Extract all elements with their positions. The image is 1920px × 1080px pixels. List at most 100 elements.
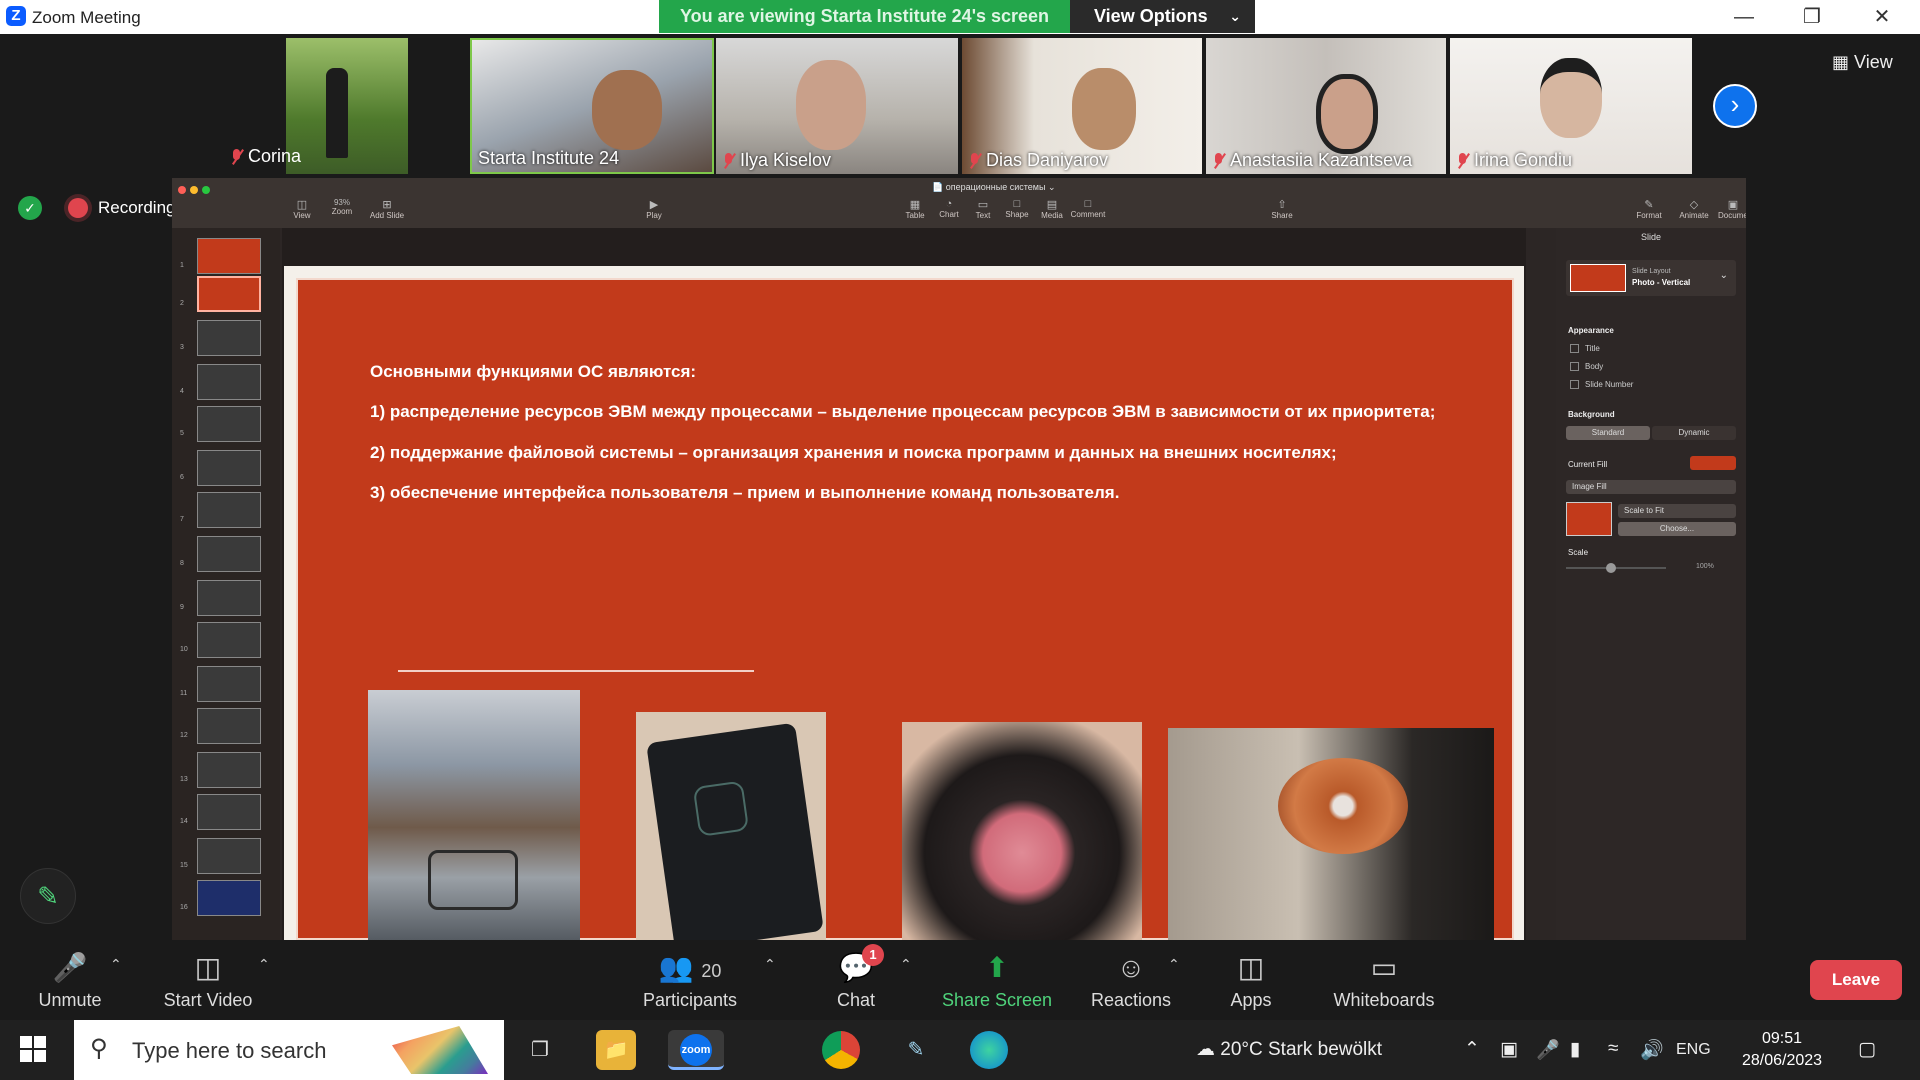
choose-button[interactable]: Choose... [1618,522,1736,536]
whiteboards-button[interactable]: ▭ Whiteboards [1314,946,1454,1011]
annotate-pencil-icon[interactable]: ✎ [20,868,76,924]
view-options-button[interactable]: View Options ⌄ [1070,0,1255,33]
close-icon[interactable]: ✕ [1856,2,1908,32]
toolbar-share[interactable]: ⇧ Share [1262,198,1302,220]
toolbar-play[interactable]: ▶ Play [634,198,674,220]
notepad-icon[interactable]: ✎ [896,1030,936,1070]
next-participants-button[interactable]: › [1713,84,1757,128]
language-indicator[interactable]: ENG [1676,1041,1711,1059]
slide-thumbnail[interactable] [197,838,261,874]
apps-button[interactable]: ◫ Apps [1181,946,1321,1011]
video-options-caret[interactable]: ⌃ [258,956,270,973]
scale-slider[interactable] [1566,567,1666,569]
windows-start-icon[interactable] [20,1036,46,1062]
chat-options-caret[interactable]: ⌃ [900,956,912,973]
toolbar-media[interactable]: ▤ Media [1032,198,1072,220]
security-shield-icon[interactable]: ✓ [18,196,42,220]
apps-icon: ◫ [1237,952,1265,983]
leave-button[interactable]: Leave [1810,960,1902,1000]
slide-thumbnail[interactable] [197,794,261,830]
participant-tile[interactable]: Anastasiia Kazantseva [1206,38,1446,174]
slide-thumbnail-selected[interactable] [197,276,261,312]
file-explorer-icon[interactable]: 📁 [596,1030,636,1070]
scale-slider-knob[interactable] [1606,563,1616,573]
slide-thumbnail[interactable] [197,536,261,572]
title-checkbox[interactable]: Title [1570,344,1600,353]
phone-photo [636,712,826,940]
slide-thumbnail[interactable] [197,622,261,658]
volume-icon[interactable]: 🔊 [1640,1038,1664,1062]
reactions-button[interactable]: ☺ Reactions [1061,946,1201,1011]
toolbar-comment[interactable]: □ Comment [1068,198,1108,219]
meet-now-icon[interactable]: ▣ [1500,1038,1518,1061]
participants-button[interactable]: 👥 20 Participants [620,946,760,1011]
toolbar-zoom[interactable]: 93% Zoom [322,198,362,216]
standard-segment[interactable]: Standard [1566,426,1650,440]
notifications-icon[interactable]: ▢ [1858,1038,1876,1061]
slide-thumbnail[interactable] [197,708,261,744]
share-screen-button[interactable]: ⬆ Share Screen [927,946,1067,1011]
weather-widget[interactable]: ☁ 20°C Stark bewölkt [1196,1038,1382,1061]
slide-thumbnail[interactable] [197,880,261,916]
microphone-icon[interactable]: 🎤 [1536,1038,1560,1062]
wifi-icon[interactable]: ≈ [1608,1038,1618,1060]
slide-thumbnail[interactable] [197,666,261,702]
car-frame [428,850,518,910]
participant-tile-active[interactable]: Starta Institute 24 [470,38,714,174]
task-view-icon[interactable]: ❐ [520,1030,560,1070]
slide-number: 9 [180,604,184,611]
toolbar-format[interactable]: ✎ Format [1629,198,1669,220]
participant-name: Starta Institute 24 [478,148,620,168]
reactions-options-caret[interactable]: ⌃ [1168,956,1180,973]
zoom-app-icon[interactable]: zoom [668,1030,724,1070]
audio-options-caret[interactable]: ⌃ [110,956,122,973]
toolbar-view[interactable]: ◫ View [282,198,322,220]
recording-label: Recording [98,198,176,217]
participant-tile[interactable]: Irina Gondiu [1450,38,1692,174]
image-fill-preview[interactable] [1566,502,1612,536]
participant-figure [326,68,348,158]
slide-content[interactable]: Основными функциями ОС являются: 1) расп… [296,278,1514,940]
clock[interactable]: 09:51 28/06/2023 [1734,1028,1830,1072]
participant-name: Ilya Kiselov [722,150,831,171]
chrome-icon[interactable] [822,1031,860,1069]
toolbar-shape[interactable]: □ Shape [997,198,1037,219]
restore-icon[interactable]: ❐ [1786,2,1838,32]
recording-dot-icon [68,198,88,218]
toolbar-animate[interactable]: ◇ Animate [1674,198,1714,220]
view-button[interactable]: ▦ View [1832,52,1893,73]
slide-layout-selector[interactable]: Slide Layout Photo - Vertical ⌄ [1566,260,1736,296]
slide-thumbnail[interactable] [197,406,261,442]
inspector-tab-slide[interactable]: Slide [1556,232,1746,242]
slide-item-2: 2) поддержание файловой системы – органи… [370,443,1337,462]
toolbar-document[interactable]: ▣Document [1718,198,1746,220]
show-hidden-icons[interactable]: ⌃ [1464,1038,1480,1061]
slide-thumbnail[interactable] [197,450,261,486]
slide-thumbnail[interactable] [197,752,261,788]
slide-thumbnail[interactable] [197,580,261,616]
inspector-panel[interactable]: Slide Slide Layout Photo - Vertical ⌄ Ap… [1556,228,1746,940]
edge-icon[interactable] [970,1031,1008,1069]
slide-thumbnail[interactable] [197,364,261,400]
slide-navigator[interactable]: 1 2 3 4 5 6 7 8 9 10 11 12 13 14 15 16 [172,228,280,940]
slide-thumbnail[interactable] [197,238,261,274]
participant-tile[interactable]: Dias Daniyarov [962,38,1202,174]
participant-tile[interactable]: Ilya Kiselov [716,38,958,174]
taskbar-search-box[interactable]: ⚲ Type here to search [74,1020,504,1080]
toolbar-add-slide[interactable]: ⊞ Add Slide [367,198,407,220]
minimize-icon[interactable]: — [1718,2,1770,32]
fill-type-select[interactable]: Image Fill [1566,480,1736,494]
scale-mode-select[interactable]: Scale to Fit [1618,504,1736,518]
slide-thumbnail[interactable] [197,492,261,528]
start-video-button[interactable]: ◫ Start Video [138,946,278,1011]
slide-thumbnail[interactable] [197,320,261,356]
slide-number-checkbox[interactable]: Slide Number [1570,380,1633,389]
battery-icon[interactable]: ▮ [1570,1038,1580,1061]
current-fill-swatch[interactable] [1690,456,1736,470]
body-checkbox[interactable]: Body [1570,362,1603,371]
participant-tile[interactable] [286,38,408,174]
participants-options-caret[interactable]: ⌃ [764,956,776,973]
scale-label: Scale [1568,548,1589,557]
dynamic-segment[interactable]: Dynamic [1652,426,1736,440]
slide-number: 2 [180,300,184,307]
